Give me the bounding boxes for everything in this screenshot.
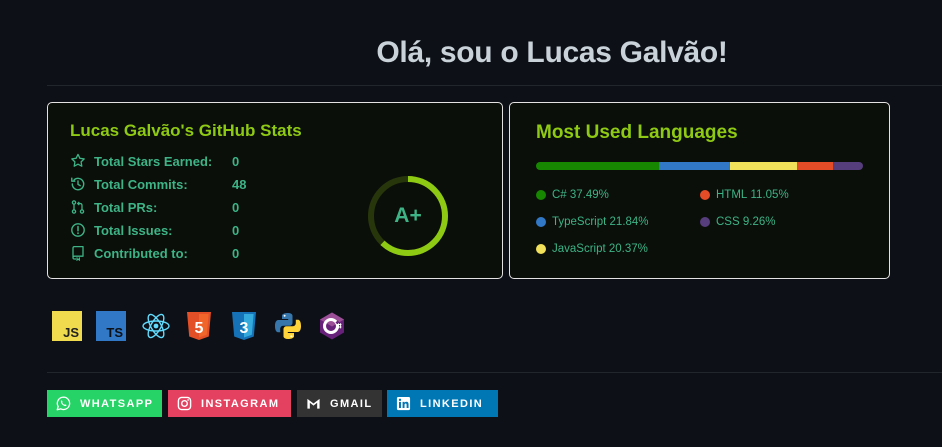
rank-grade: A+ <box>394 204 422 227</box>
language-dot <box>536 244 546 254</box>
gmail-badge[interactable]: GMAIL <box>297 390 382 417</box>
rank-circle: A+ <box>366 174 450 258</box>
language-dot <box>536 217 546 227</box>
heading-divider <box>47 85 942 86</box>
stat-row-stars: Total Stars Earned: 0 <box>70 152 239 170</box>
issue-icon <box>71 223 85 237</box>
footer-divider <box>47 372 942 373</box>
pull-request-icon <box>71 200 85 214</box>
python-icon[interactable] <box>273 311 303 341</box>
stat-label: Total Commits: <box>94 176 188 192</box>
stat-label: Total Issues: <box>94 222 173 238</box>
badge-label: LINKEDIN <box>420 397 484 410</box>
language-percent: 20.37% <box>608 243 648 255</box>
language-dot <box>700 190 710 200</box>
stat-label: Total Stars Earned: <box>94 153 213 169</box>
css3-icon-label: 3 <box>240 320 249 337</box>
language-percent: 11.05% <box>750 189 789 201</box>
language-name: HTML <box>716 189 748 201</box>
language-bar-segment <box>536 162 659 170</box>
javascript-icon[interactable]: JS <box>52 311 82 341</box>
css3-icon[interactable]: 3 <box>229 311 259 341</box>
language-bar-segment <box>658 162 730 170</box>
stat-value: 48 <box>232 176 247 192</box>
language-name: CSS <box>716 216 740 228</box>
language-dot <box>536 190 546 200</box>
stat-value: 0 <box>232 199 240 215</box>
badge-label: GMAIL <box>330 397 373 410</box>
language-item: C# 37.49% <box>536 189 609 201</box>
stat-value: 0 <box>232 222 240 238</box>
badge-label: INSTAGRAM <box>201 397 280 410</box>
typescript-icon[interactable]: TS <box>96 311 126 341</box>
linkedin-badge[interactable]: LINKEDIN <box>387 390 498 417</box>
html5-icon-label: 5 <box>195 320 204 337</box>
csharp-icon[interactable] <box>317 311 347 341</box>
stat-row-issues: Total Issues: 0 <box>70 221 239 239</box>
stat-row-commits: Total Commits: 48 <box>70 175 246 193</box>
language-progress-bar <box>536 162 863 170</box>
github-stats-card[interactable]: Lucas Galvão's GitHub Stats Total Stars … <box>47 102 503 279</box>
language-name: JavaScript <box>552 243 606 255</box>
star-icon <box>71 153 85 167</box>
whatsapp-badge[interactable]: WHATSAPP <box>47 390 162 417</box>
react-icon[interactable] <box>141 311 171 341</box>
language-percent: 9.26% <box>742 216 776 228</box>
stats-card-title: Lucas Galvão's GitHub Stats <box>70 121 302 140</box>
linkedin-icon <box>396 396 411 411</box>
instagram-icon <box>177 396 192 411</box>
language-item: HTML 11.05% <box>700 189 789 201</box>
language-item: TypeScript 21.84% <box>536 216 649 228</box>
language-bar-segment <box>796 162 833 170</box>
html5-icon[interactable]: 5 <box>184 311 214 341</box>
language-bar-segment <box>832 162 863 170</box>
javascript-icon-label: JS <box>63 325 79 340</box>
language-name: C# <box>552 189 567 201</box>
typescript-icon-label: TS <box>106 325 123 340</box>
stat-value: 0 <box>232 153 240 169</box>
stat-row-contributed: Contributed to: 0 <box>70 244 239 262</box>
stat-label: Contributed to: <box>94 245 188 261</box>
instagram-badge[interactable]: INSTAGRAM <box>168 390 291 417</box>
language-name: TypeScript <box>552 216 607 228</box>
history-icon <box>71 177 85 191</box>
language-percent: 21.84% <box>609 216 649 228</box>
language-dot <box>700 217 710 227</box>
stat-label: Total PRs: <box>94 199 158 215</box>
language-item: JavaScript 20.37% <box>536 243 648 255</box>
language-percent: 37.49% <box>569 189 609 201</box>
page-title: Olá, sou o Lucas Galvão! <box>376 36 728 69</box>
language-bar-segment <box>729 162 797 170</box>
language-item: CSS 9.26% <box>700 216 775 228</box>
badge-label: WHATSAPP <box>80 397 154 410</box>
repo-icon <box>72 245 84 261</box>
whatsapp-icon <box>56 396 71 411</box>
top-languages-card[interactable]: Most Used Languages C# 37.49% TypeScript… <box>509 102 890 279</box>
stat-value: 0 <box>232 245 240 261</box>
stat-row-prs: Total PRs: 0 <box>70 198 239 216</box>
languages-card-title: Most Used Languages <box>536 122 738 143</box>
gmail-icon <box>307 398 320 409</box>
